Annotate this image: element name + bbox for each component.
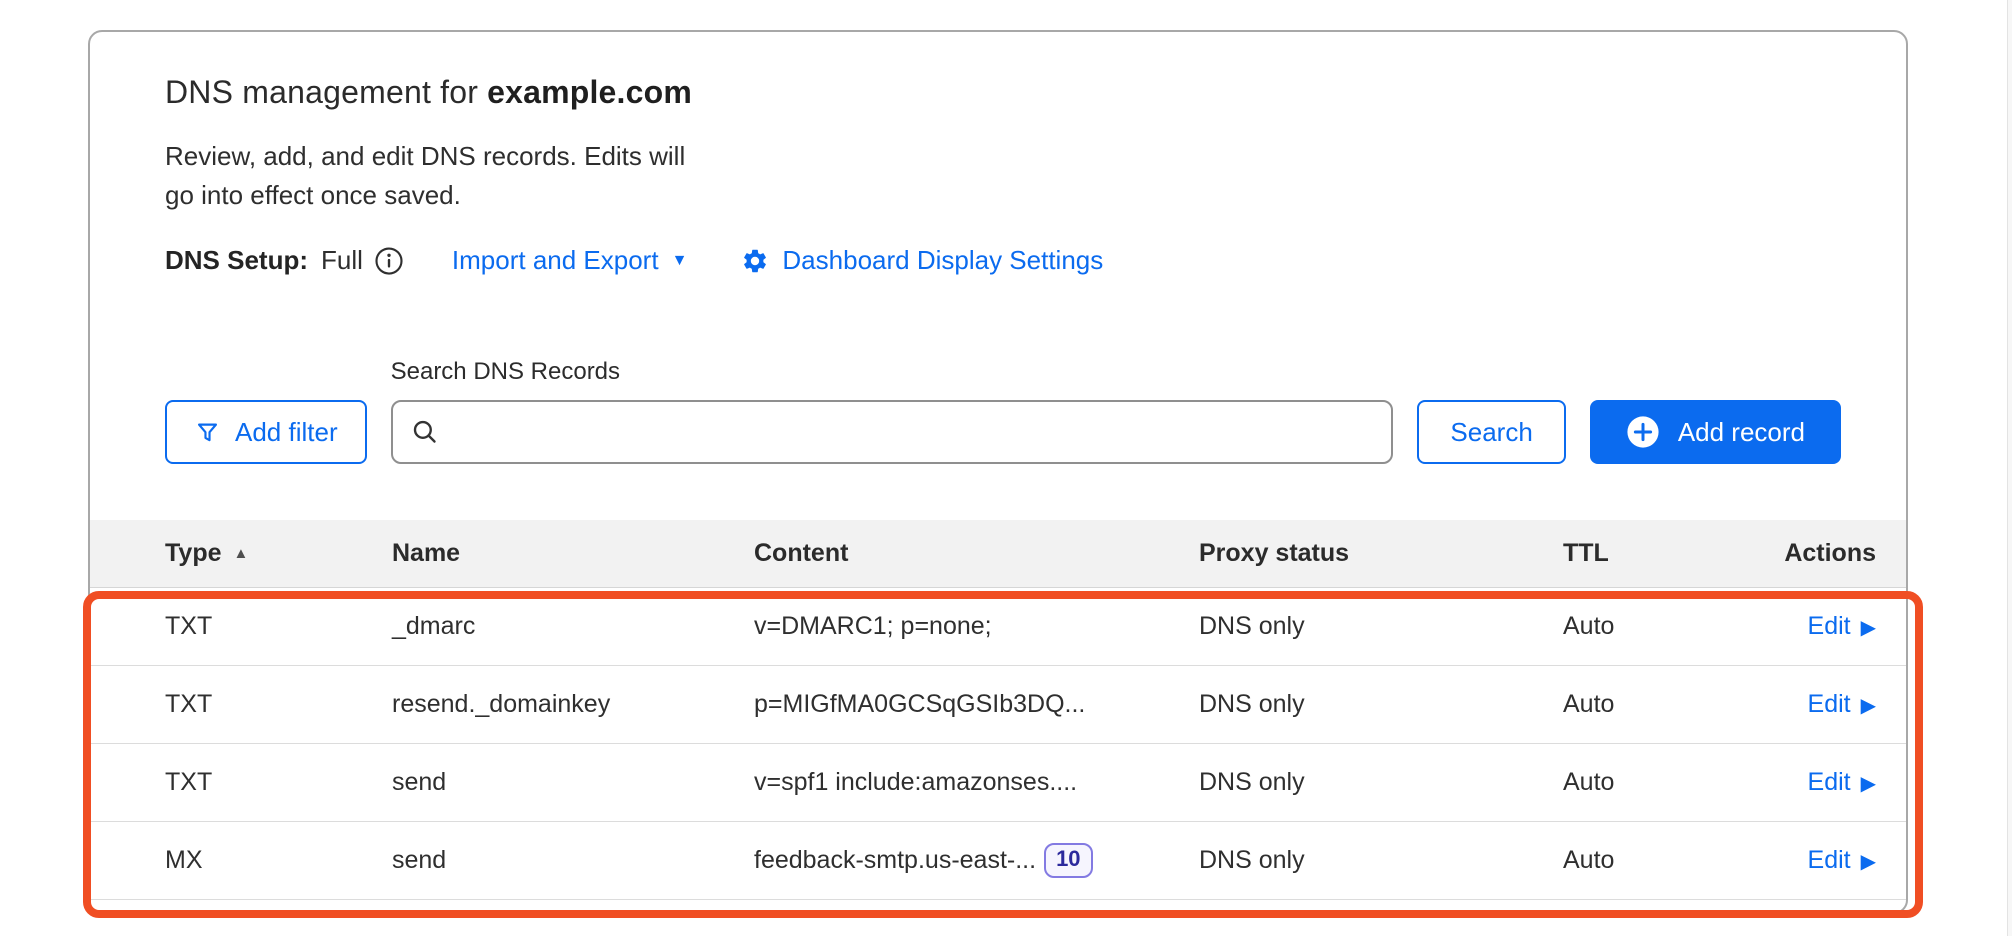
search-input[interactable]: [391, 400, 1394, 464]
add-filter-label: Add filter: [235, 417, 338, 448]
filter-funnel-icon: [194, 419, 221, 446]
cell-type: TXT: [165, 690, 392, 719]
table-row-spf: TXT send v=spf1 include:amazonses.... DN…: [90, 744, 1906, 822]
cell-name: send: [392, 768, 754, 797]
table-header-row: Type▲ Name Content Proxy status TTL Acti…: [90, 520, 1906, 588]
edit-record-button[interactable]: Edit▶: [1808, 846, 1876, 875]
edit-record-button[interactable]: Edit▶: [1808, 690, 1876, 719]
chevron-right-icon: ▶: [1861, 772, 1876, 794]
chevron-right-icon: ▶: [1861, 616, 1876, 638]
dns-setup-label: DNS Setup:: [165, 245, 308, 276]
column-header-content[interactable]: Content: [754, 539, 1199, 568]
dns-setup-row: DNS Setup: Full Import and Export ▼: [165, 245, 1831, 276]
cell-content-text: feedback-smtp.us-east-...: [754, 846, 1036, 874]
info-icon[interactable]: [374, 246, 404, 276]
search-field-label: Search DNS Records: [391, 358, 1394, 386]
cell-content: v=DMARC1; p=none;: [754, 612, 1199, 641]
cell-proxy-status: DNS only: [1199, 846, 1563, 875]
cell-proxy-status: DNS only: [1199, 690, 1563, 719]
cell-proxy-status: DNS only: [1199, 768, 1563, 797]
cell-type: TXT: [165, 768, 392, 797]
search-box: [391, 400, 1394, 464]
import-export-button[interactable]: Import and Export ▼: [452, 245, 688, 276]
column-header-ttl[interactable]: TTL: [1563, 539, 1764, 568]
cell-ttl: Auto: [1563, 846, 1764, 875]
table-row-domainkey: TXT resend._domainkey p=MIGfMA0GCSqGSIb3…: [90, 666, 1906, 744]
column-header-type[interactable]: Type▲: [165, 539, 392, 568]
add-record-button[interactable]: Add record: [1590, 400, 1841, 464]
cell-ttl: Auto: [1563, 612, 1764, 641]
scrollbar-track[interactable]: [2007, 0, 2012, 936]
page-title-prefix: DNS management for: [165, 74, 478, 110]
cell-actions: Edit▶: [1764, 846, 1876, 875]
page-title: DNS management forexample.com: [165, 74, 1831, 111]
cell-content: p=MIGfMA0GCSqGSIb3DQ...: [754, 690, 1199, 719]
cell-content: feedback-smtp.us-east-... 10: [754, 843, 1199, 877]
column-header-name[interactable]: Name: [392, 539, 754, 568]
dns-management-page: DNS management forexample.com Review, ad…: [0, 0, 2012, 936]
cell-type: MX: [165, 846, 392, 875]
cell-ttl: Auto: [1563, 690, 1764, 719]
plus-icon: [1626, 415, 1660, 449]
column-header-actions: Actions: [1764, 539, 1876, 568]
chevron-right-icon: ▶: [1861, 694, 1876, 716]
dns-management-card: DNS management forexample.com Review, ad…: [88, 30, 1908, 914]
cell-ttl: Auto: [1563, 768, 1764, 797]
search-button[interactable]: Search: [1417, 400, 1565, 464]
cell-name: _dmarc: [392, 612, 754, 641]
chevron-right-icon: ▶: [1861, 850, 1876, 872]
cell-type: TXT: [165, 612, 392, 641]
column-header-proxy-status[interactable]: Proxy status: [1199, 539, 1563, 568]
card-header: DNS management forexample.com Review, ad…: [90, 32, 1906, 276]
add-record-label: Add record: [1678, 417, 1805, 448]
cell-actions: Edit▶: [1764, 690, 1876, 719]
table-row-mx: MX send feedback-smtp.us-east-... 10 DNS …: [90, 822, 1906, 900]
dns-setup-value: Full: [321, 245, 363, 276]
search-field-group: Search DNS Records: [391, 358, 1394, 464]
chevron-down-icon: ▼: [672, 253, 688, 269]
cell-name: send: [392, 846, 754, 875]
sort-ascending-icon: ▲: [234, 545, 249, 562]
table-row-dmarc: TXT _dmarc v=DMARC1; p=none; DNS only Au…: [90, 588, 1906, 666]
cell-content: v=spf1 include:amazonses....: [754, 768, 1199, 797]
dashboard-display-settings-button[interactable]: Dashboard Display Settings: [741, 245, 1103, 276]
dashboard-display-settings-label: Dashboard Display Settings: [782, 245, 1103, 276]
dns-records-table: Type▲ Name Content Proxy status TTL Acti…: [90, 520, 1906, 900]
edit-record-button[interactable]: Edit▶: [1808, 768, 1876, 797]
add-filter-button[interactable]: Add filter: [165, 400, 367, 464]
mx-priority-badge: 10: [1044, 843, 1092, 877]
cell-actions: Edit▶: [1764, 768, 1876, 797]
page-description: Review, add, and edit DNS records. Edits…: [165, 137, 710, 215]
records-toolbar: Add filter Search DNS Records Search: [90, 358, 1906, 464]
cell-proxy-status: DNS only: [1199, 612, 1563, 641]
cell-name: resend._domainkey: [392, 690, 754, 719]
search-button-label: Search: [1450, 417, 1532, 448]
page-title-domain: example.com: [487, 74, 692, 110]
table-body: TXT _dmarc v=DMARC1; p=none; DNS only Au…: [90, 588, 1906, 900]
gear-icon: [741, 247, 769, 275]
cell-actions: Edit▶: [1764, 612, 1876, 641]
edit-record-button[interactable]: Edit▶: [1808, 612, 1876, 641]
import-export-label: Import and Export: [452, 245, 659, 276]
